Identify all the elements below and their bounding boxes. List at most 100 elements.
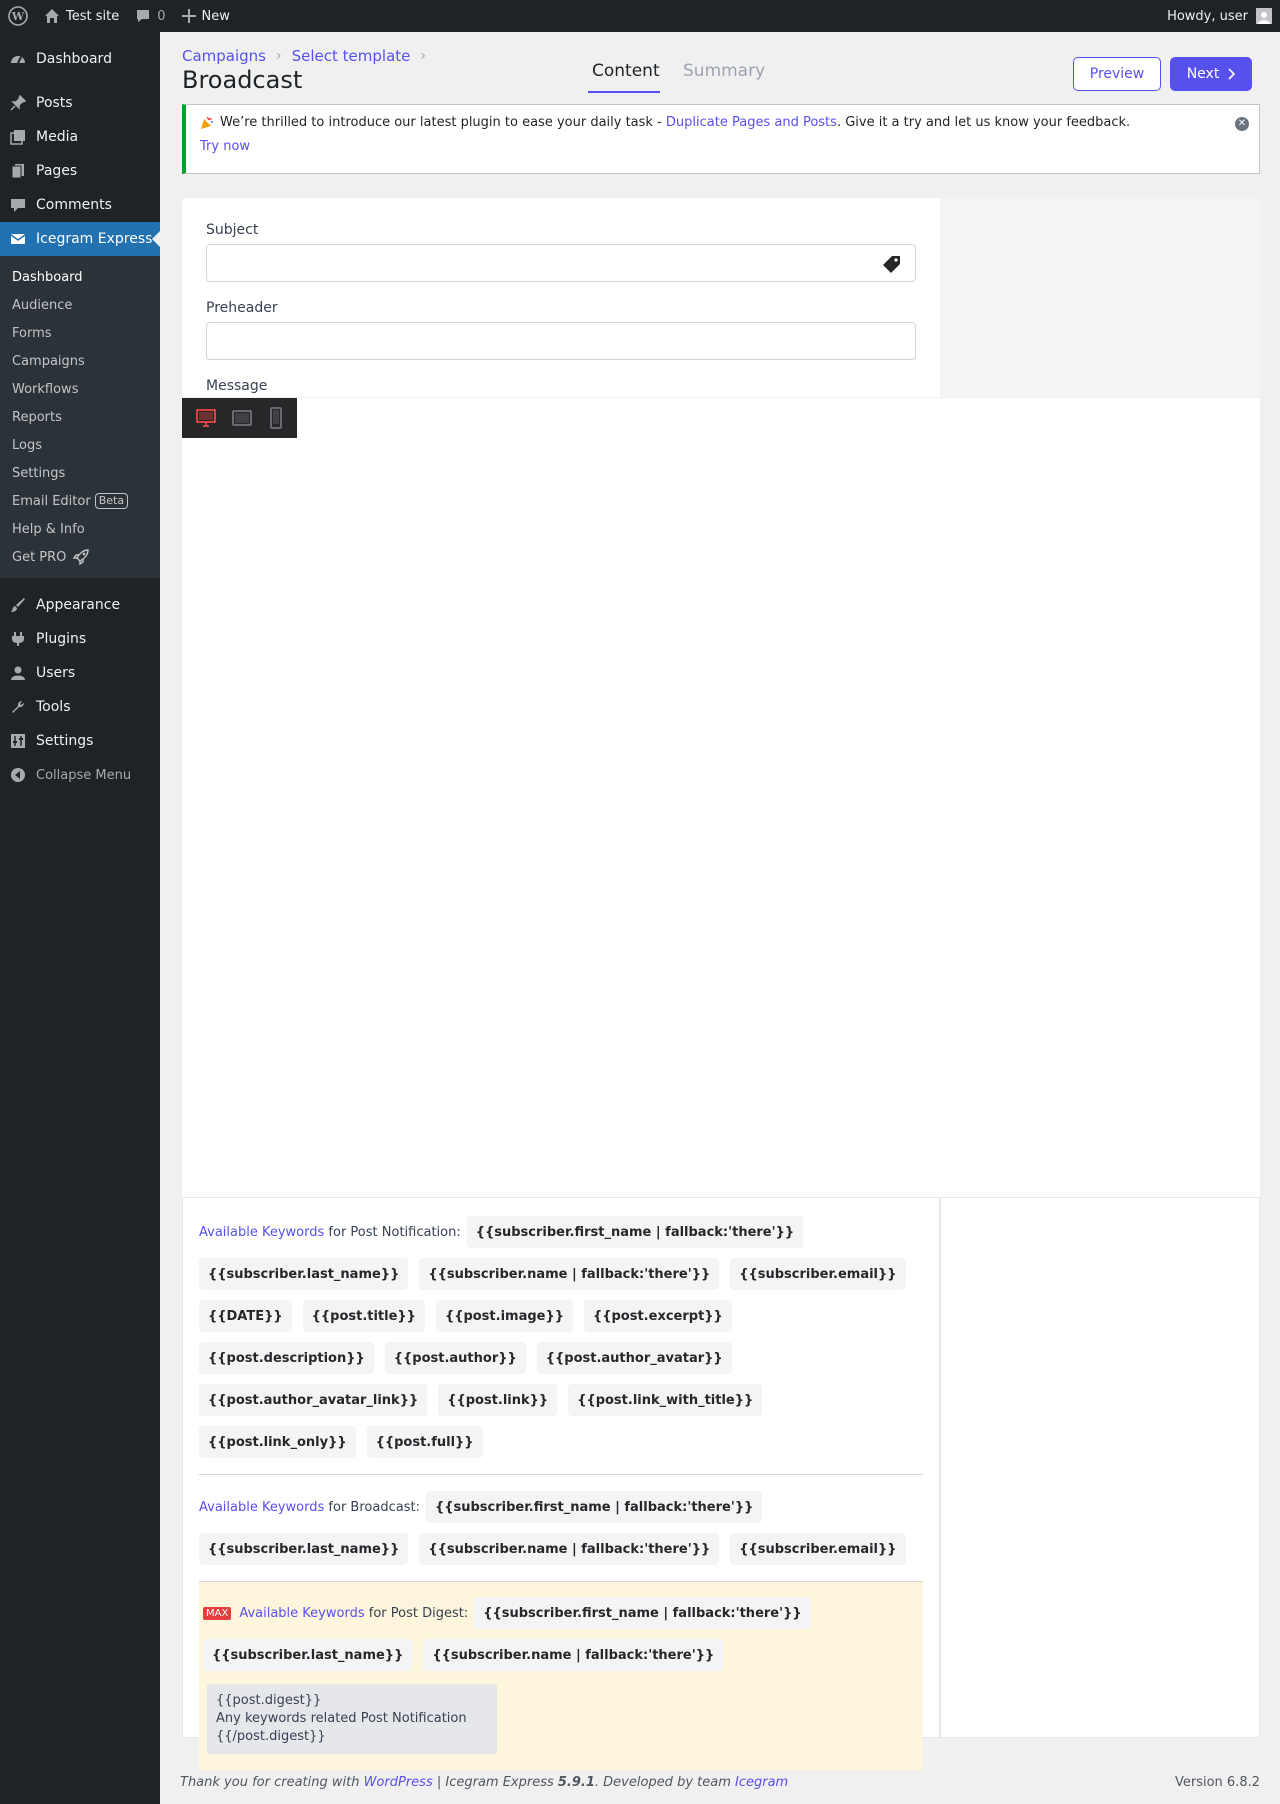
wordpress-logo-icon[interactable]: W <box>0 0 36 32</box>
media-icon <box>10 129 26 145</box>
keyword-chip[interactable]: {{post.link}} <box>438 1384 558 1416</box>
new-content-link[interactable]: New <box>174 0 238 32</box>
sidebar-item-label: Users <box>36 665 76 681</box>
collapse-menu-button[interactable]: Collapse Menu <box>0 758 160 792</box>
preheader-input[interactable] <box>206 322 916 360</box>
keyword-chip[interactable]: {{post.author}} <box>384 1342 526 1374</box>
tab-content[interactable]: Content <box>588 61 660 93</box>
sidebar-item-media[interactable]: Media <box>0 120 160 154</box>
chevron-right-icon: › <box>276 48 282 64</box>
sidebar-item-pages[interactable]: Pages <box>0 154 160 188</box>
sidebar-item-tools[interactable]: Tools <box>0 690 160 724</box>
desktop-icon[interactable] <box>195 408 217 428</box>
breadcrumb-campaigns[interactable]: Campaigns <box>182 47 266 65</box>
submenu-item-get-pro[interactable]: Get PRO <box>0 543 160 571</box>
keyword-chip[interactable]: {{post.link_only}} <box>199 1426 356 1458</box>
submenu-item-settings[interactable]: Settings <box>0 459 160 487</box>
keyword-chip[interactable]: {{subscriber.last_name}} <box>199 1258 409 1290</box>
available-keywords-link[interactable]: Available Keywords <box>239 1606 364 1621</box>
subject-input[interactable] <box>206 244 916 282</box>
email-editor-canvas[interactable] <box>182 398 1260 1198</box>
keyword-chip[interactable]: {{post.author_avatar_link}} <box>199 1384 428 1416</box>
keyword-chip[interactable]: {{subscriber.first_name | fallback:'ther… <box>425 1491 763 1523</box>
sidebar-item-settings[interactable]: Settings <box>0 724 160 758</box>
icegram-link[interactable]: Icegram <box>735 1775 788 1790</box>
keyword-chip[interactable]: {{post.full}} <box>366 1426 483 1458</box>
sidebar-item-plugins[interactable]: Plugins <box>0 622 160 656</box>
sidebar-item-users[interactable]: Users <box>0 656 160 690</box>
collapse-label: Collapse Menu <box>36 767 132 783</box>
my-account[interactable]: Howdy, user <box>1167 8 1280 24</box>
sidebar-item-posts[interactable]: Posts <box>0 86 160 120</box>
keyword-chip[interactable]: {{subscriber.last_name}} <box>199 1533 409 1565</box>
sidebar-item-label: Appearance <box>36 597 121 613</box>
keyword-chip[interactable]: {{subscriber.name | fallback:'there'}} <box>419 1533 720 1565</box>
next-button[interactable]: Next <box>1170 57 1252 91</box>
keywords-broadcast: Available Keywords for Broadcast: {{subs… <box>199 1486 923 1570</box>
settings-icon <box>10 733 26 749</box>
keyword-chip[interactable]: {{subscriber.name | fallback:'there'}} <box>423 1639 724 1671</box>
submenu-item-campaigns[interactable]: Campaigns <box>0 347 160 375</box>
tablet-icon[interactable] <box>231 408 253 428</box>
keywords-panel: Available Keywords for Post Notification… <box>182 1198 940 1770</box>
keywords-lead-text: for Broadcast: <box>328 1499 420 1515</box>
wordpress-link[interactable]: WordPress <box>364 1775 433 1790</box>
mail-icon <box>10 231 26 247</box>
wrench-icon <box>10 699 26 715</box>
keyword-chip[interactable]: {{subscriber.last_name}} <box>203 1639 413 1671</box>
device-preview-toolbar <box>182 398 297 438</box>
footer-text: | Icegram Express <box>432 1775 558 1790</box>
available-keywords-link[interactable]: Available Keywords <box>199 1225 324 1240</box>
sidebar-item-icegram-express[interactable]: Icegram Express <box>0 222 160 256</box>
admin-bar: W Test site 0 New Howdy, user <box>0 0 1280 32</box>
site-name-link[interactable]: Test site <box>36 0 127 32</box>
try-now-link[interactable]: Try now <box>200 139 1245 154</box>
keyword-chip[interactable]: {{subscriber.first_name | fallback:'ther… <box>466 1216 804 1248</box>
keyword-chip[interactable]: {{subscriber.email}} <box>730 1533 906 1565</box>
mobile-icon[interactable] <box>268 407 284 429</box>
close-icon[interactable]: ✕ <box>1235 117 1249 131</box>
keyword-chip[interactable]: {{post.excerpt}} <box>583 1300 732 1332</box>
submenu-item-workflows[interactable]: Workflows <box>0 375 160 403</box>
available-keywords-link[interactable]: Available Keywords <box>199 1500 324 1515</box>
sidebar-item-comments[interactable]: Comments <box>0 188 160 222</box>
duplicate-pages-link[interactable]: Duplicate Pages and Posts <box>666 115 837 130</box>
keyword-chip[interactable]: {{post.author_avatar}} <box>536 1342 732 1374</box>
sidebar-item-dashboard[interactable]: Dashboard <box>0 42 160 76</box>
keyword-chip[interactable]: {{post.image}} <box>435 1300 573 1332</box>
submenu-label: Reports <box>12 409 62 425</box>
sidebar-item-appearance[interactable]: Appearance <box>0 588 160 622</box>
submenu-item-audience[interactable]: Audience <box>0 291 160 319</box>
keyword-chip[interactable]: {{post.description}} <box>199 1342 374 1374</box>
submenu-label: Dashboard <box>12 269 83 285</box>
comments-link[interactable]: 0 <box>127 0 173 32</box>
digest-code-block[interactable]: {{post.digest}} Any keywords related Pos… <box>207 1684 497 1754</box>
subject-label: Subject <box>206 222 259 238</box>
keyword-chip[interactable]: {{subscriber.email}} <box>730 1258 906 1290</box>
submenu-item-dashboard[interactable]: Dashboard <box>0 263 160 291</box>
keyword-chip[interactable]: {{post.link_with_title}} <box>568 1384 763 1416</box>
tag-icon[interactable] <box>882 254 902 274</box>
keyword-chip[interactable]: {{DATE}} <box>199 1300 292 1332</box>
plugin-notice: We’re thrilled to introduce our latest p… <box>182 104 1260 174</box>
keyword-chip[interactable]: {{post.title}} <box>302 1300 425 1332</box>
breadcrumb-select-template[interactable]: Select template <box>292 47 411 65</box>
tab-summary[interactable]: Summary <box>683 61 765 93</box>
svg-text:W: W <box>11 10 25 23</box>
keyword-chip[interactable]: {{subscriber.name | fallback:'there'}} <box>419 1258 720 1290</box>
rocket-icon <box>72 548 90 566</box>
submenu-item-help[interactable]: Help & Info <box>0 515 160 543</box>
keyword-chip[interactable]: {{subscriber.first_name | fallback:'ther… <box>474 1597 811 1629</box>
digest-keywords-row: MAX Available Keywords for Post Digest: {… <box>203 1592 923 1676</box>
preview-button[interactable]: Preview <box>1073 57 1161 91</box>
submenu-label: Logs <box>12 437 42 453</box>
comment-bubble-icon <box>135 8 151 24</box>
preheader-label: Preheader <box>206 300 278 316</box>
submenu-item-forms[interactable]: Forms <box>0 319 160 347</box>
party-popper-icon <box>200 116 214 130</box>
divider <box>199 1474 923 1475</box>
submenu-item-email-editor[interactable]: Email Editor Beta <box>0 487 160 515</box>
submenu-item-reports[interactable]: Reports <box>0 403 160 431</box>
submenu-item-logs[interactable]: Logs <box>0 431 160 459</box>
home-icon <box>44 8 60 24</box>
